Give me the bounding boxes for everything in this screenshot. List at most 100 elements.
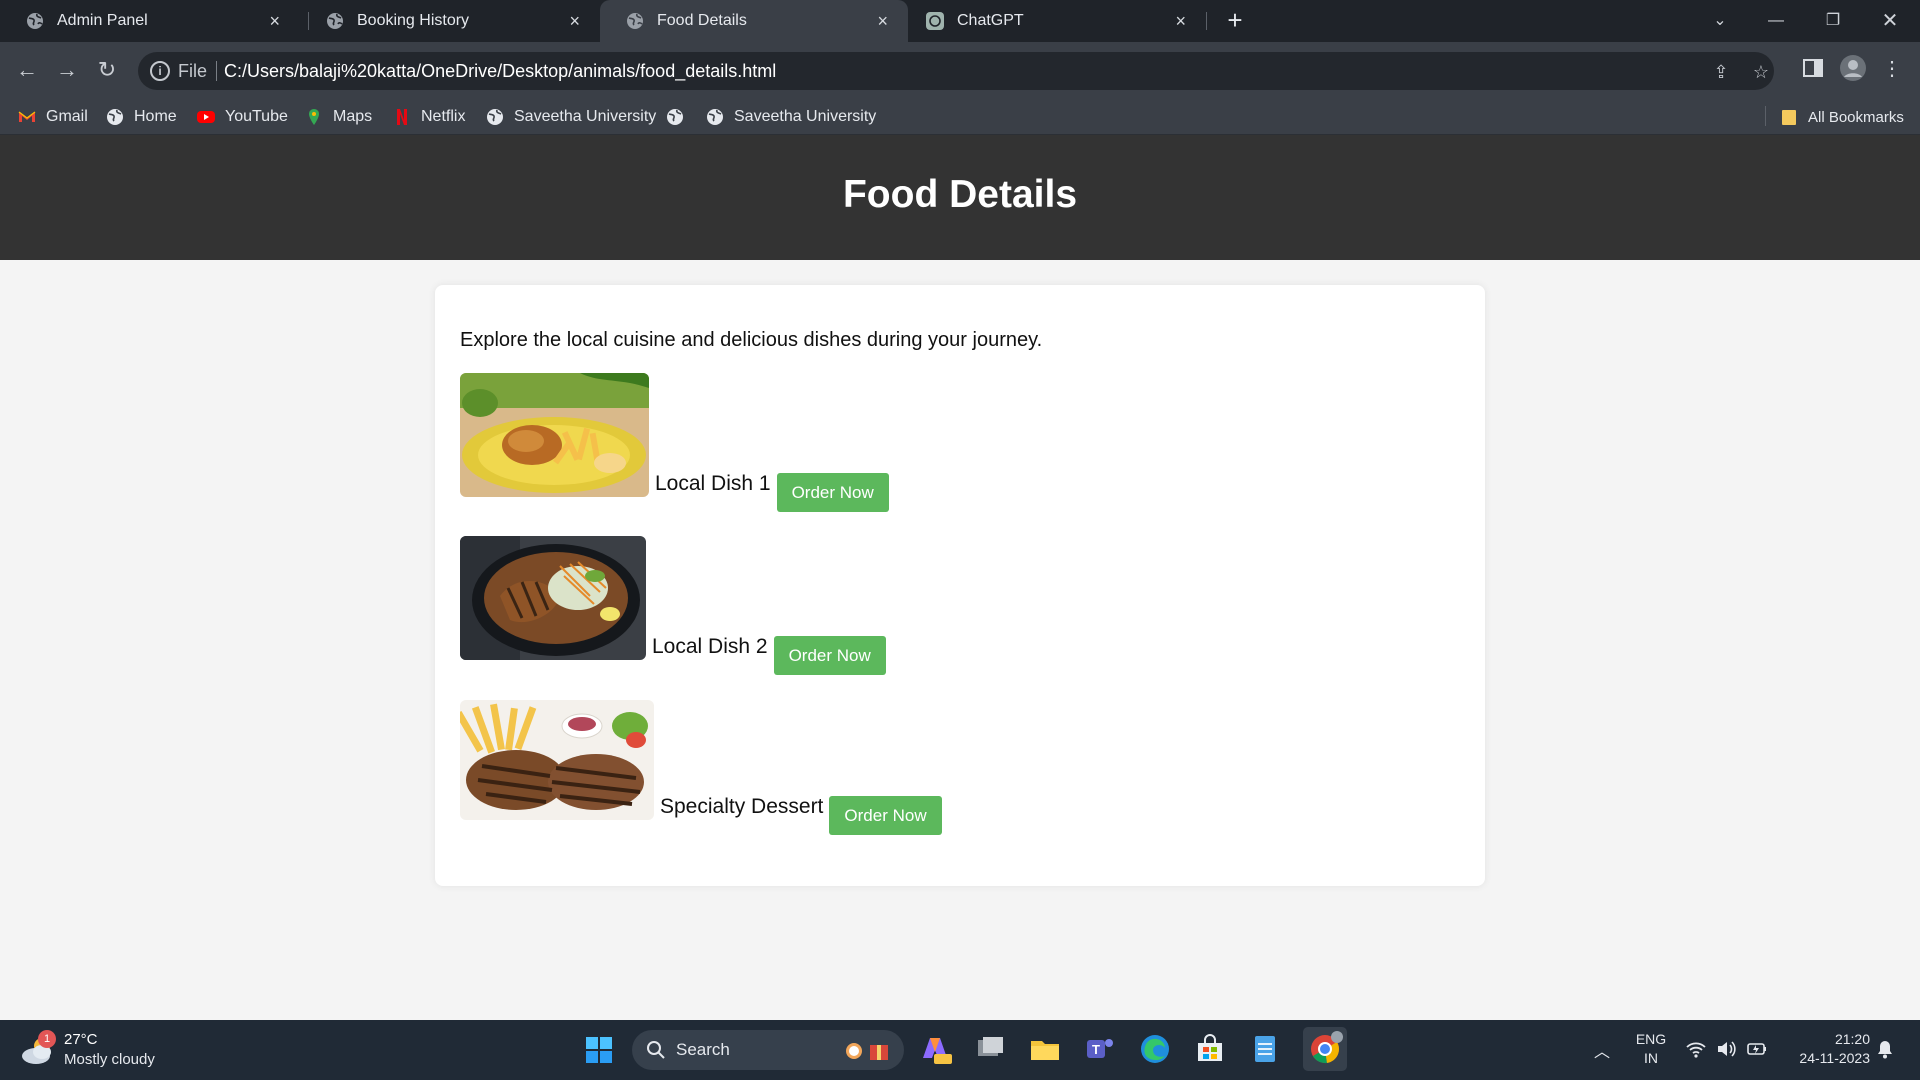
dish-image-grilled-meat-bowl — [460, 536, 646, 660]
order-now-button-2[interactable]: Order Now — [773, 636, 886, 675]
netflix-icon — [397, 109, 407, 125]
folder-icon — [1782, 110, 1796, 125]
scheme-label: File — [178, 61, 208, 81]
order-now-button-1[interactable]: Order Now — [776, 473, 889, 512]
notepad-icon[interactable] — [1248, 1032, 1282, 1066]
bookmark-label: Saveetha University — [734, 108, 877, 125]
copilot-icon[interactable] — [918, 1032, 952, 1066]
side-panel-icon[interactable] — [1802, 57, 1824, 79]
dish-name: Local Dish 2 — [652, 635, 768, 658]
notification-bell-icon[interactable] — [1874, 1038, 1896, 1060]
edge-icon[interactable] — [1138, 1032, 1172, 1066]
dish-image-grilled-patties — [460, 700, 654, 820]
show-hidden-icons-chevron[interactable]: ︿ — [1592, 1038, 1612, 1061]
bookmark-maps[interactable]: Maps — [305, 105, 372, 129]
profile-avatar[interactable] — [1839, 54, 1867, 82]
globe-icon — [487, 109, 503, 125]
bookmark-label: YouTube — [225, 108, 288, 125]
globe-icon — [707, 109, 723, 125]
bookmark-home[interactable]: Home — [106, 105, 177, 129]
tab-food-details[interactable]: Food Details × — [600, 0, 908, 42]
back-arrow-icon[interactable]: ← — [13, 56, 41, 84]
dish-item-3: Specialty Dessert Order Now — [460, 700, 942, 835]
taskbar-search-box[interactable]: Search — [632, 1030, 904, 1070]
chrome-icon[interactable] — [1303, 1027, 1347, 1071]
file-explorer-icon[interactable] — [1028, 1032, 1062, 1066]
share-icon[interactable]: ⇪ — [1710, 61, 1732, 83]
weather-widget[interactable]: 1 27°C Mostly cloudy — [20, 1030, 220, 1072]
tab-chatgpt[interactable]: ChatGPT × — [900, 0, 1206, 42]
bookmark-saveetha-2[interactable]: Saveetha University — [706, 105, 876, 129]
globe-icon — [627, 13, 643, 29]
tab-title: Booking History — [357, 12, 470, 29]
minimize-icon[interactable]: — — [1756, 6, 1796, 36]
dish-item-2: Local Dish 2 Order Now — [460, 536, 886, 675]
intro-text: Explore the local cuisine and delicious … — [460, 329, 1043, 351]
close-window-icon[interactable]: ✕ — [1870, 6, 1910, 36]
search-highlight-icon — [846, 1043, 888, 1060]
tab-search-chevron-icon[interactable]: ⌄ — [1700, 6, 1740, 36]
bookmark-gmail[interactable]: Gmail — [18, 105, 88, 129]
volume-icon[interactable] — [1715, 1038, 1737, 1060]
bookmark-star-icon[interactable]: ☆ — [1750, 61, 1772, 83]
task-view-icon[interactable] — [974, 1032, 1008, 1066]
order-now-button-3[interactable]: Order Now — [829, 796, 942, 835]
bookmarks-divider — [1765, 106, 1766, 126]
all-bookmarks-button[interactable]: All Bookmarks — [1780, 105, 1904, 129]
clock-time: 21:20 — [1834, 1031, 1870, 1047]
globe-icon — [327, 13, 343, 29]
chatgpt-icon — [926, 12, 944, 30]
windows-start-icon[interactable] — [585, 1036, 613, 1064]
wifi-icon[interactable] — [1685, 1038, 1707, 1060]
close-tab-icon[interactable]: × — [877, 11, 888, 31]
tab-booking-history[interactable]: Booking History × — [300, 0, 600, 42]
new-tab-button[interactable]: + — [1222, 7, 1248, 34]
bookmark-saveetha-1[interactable]: Saveetha University — [486, 105, 656, 129]
kebab-menu-icon[interactable]: ⋮ — [1882, 55, 1902, 83]
reload-icon[interactable]: ↻ — [93, 56, 121, 84]
bookmark-label: Maps — [333, 108, 373, 125]
tab-admin-panel[interactable]: Admin Panel × — [0, 0, 300, 42]
restore-icon[interactable]: ❐ — [1813, 6, 1853, 36]
bookmark-label: Saveetha University — [514, 108, 657, 125]
url-text[interactable]: C:/Users/balaji%20katta/OneDrive/Desktop… — [224, 61, 776, 82]
language-code: ENG — [1635, 1031, 1667, 1047]
bookmark-globe[interactable] — [666, 105, 694, 129]
globe-icon — [27, 13, 43, 29]
address-bar[interactable]: i File C:/Users/balaji%20katta/OneDrive/… — [138, 52, 1774, 90]
microsoft-store-icon[interactable] — [1193, 1032, 1227, 1066]
weather-condition: Mostly cloudy — [64, 1051, 155, 1068]
bookmark-netflix[interactable]: Netflix — [393, 105, 465, 129]
maps-icon — [309, 109, 319, 125]
close-tab-icon[interactable]: × — [1175, 11, 1186, 31]
tab-title: Admin Panel — [57, 12, 148, 29]
search-icon — [647, 1041, 665, 1059]
forward-arrow-icon[interactable]: → — [53, 56, 81, 84]
all-bookmarks-label: All Bookmarks — [1808, 108, 1904, 126]
close-tab-icon[interactable]: × — [269, 11, 280, 31]
dish-name: Local Dish 1 — [655, 472, 771, 495]
bookmark-label: Gmail — [46, 108, 88, 125]
teams-icon[interactable]: T — [1083, 1032, 1117, 1066]
tab-title: Food Details — [657, 12, 747, 29]
clock-date: 24-11-2023 — [1799, 1050, 1870, 1066]
battery-icon[interactable] — [1746, 1038, 1768, 1060]
svg-text:T: T — [1092, 1042, 1100, 1057]
browser-toolbar: ← → ↻ i File C:/Users/balaji%20katta/One… — [0, 42, 1920, 98]
dish-image-fried-chicken — [460, 373, 649, 497]
weather-badge: 1 — [38, 1030, 56, 1048]
tab-title: ChatGPT — [957, 12, 1024, 29]
close-tab-icon[interactable]: × — [569, 11, 580, 31]
windows-taskbar: 1 27°C Mostly cloudy Search T ︿ ENG IN 2… — [0, 1020, 1920, 1080]
page-header: Food Details — [0, 135, 1920, 260]
bookmark-youtube[interactable]: YouTube — [197, 105, 288, 129]
system-clock[interactable]: 21:20 24-11-2023 — [1780, 1030, 1870, 1068]
language-region: IN — [1644, 1050, 1658, 1066]
tab-strip: Admin Panel × Booking History × Food Det… — [0, 0, 1920, 42]
language-indicator[interactable]: ENG IN — [1634, 1030, 1668, 1068]
tab-separator — [1206, 12, 1207, 30]
page-title: Food Details — [842, 173, 1078, 216]
site-info-icon[interactable]: i — [150, 61, 170, 81]
food-card: Explore the local cuisine and delicious … — [435, 285, 1485, 886]
globe-icon — [107, 109, 123, 125]
